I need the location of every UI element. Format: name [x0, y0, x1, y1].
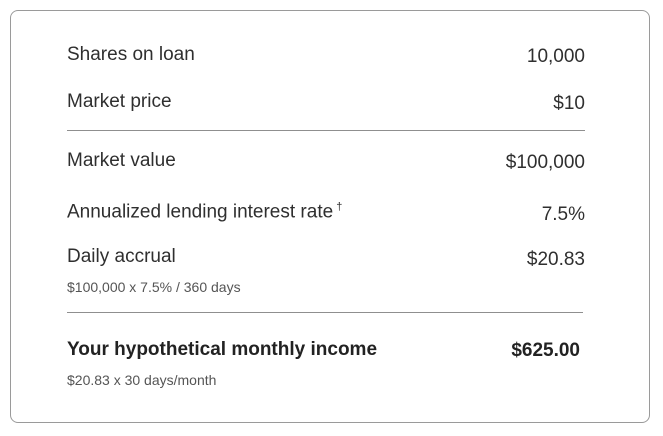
shares-on-loan-value: 10,000: [526, 46, 585, 67]
market-value-value: $100,000: [505, 152, 585, 173]
daily-accrual-value: $20.83: [526, 249, 585, 270]
divider: [67, 312, 583, 313]
market-price-value: $10: [553, 93, 585, 114]
market-price-label: Market price: [67, 91, 172, 112]
daily-accrual-label: Daily accrual: [67, 246, 176, 267]
daily-accrual-formula: $100,000 x 7.5% / 360 days: [67, 279, 241, 295]
footnote-mark: †: [336, 201, 343, 213]
shares-on-loan-label: Shares on loan: [67, 44, 195, 65]
monthly-income-formula: $20.83 x 30 days/month: [67, 372, 217, 388]
monthly-income-value: $625.00: [511, 340, 580, 361]
monthly-income-label: Your hypothetical monthly income: [67, 339, 378, 360]
divider: [67, 130, 585, 131]
market-value-label: Market value: [67, 150, 176, 171]
lending-rate-label: Annualized lending interest rate †: [67, 201, 342, 223]
lending-rate-value: 7.5%: [541, 204, 585, 225]
income-calculation-card: Shares on loan 10,000 Market price $10 M…: [10, 10, 650, 423]
lending-rate-label-text: Annualized lending interest rate: [67, 201, 334, 223]
